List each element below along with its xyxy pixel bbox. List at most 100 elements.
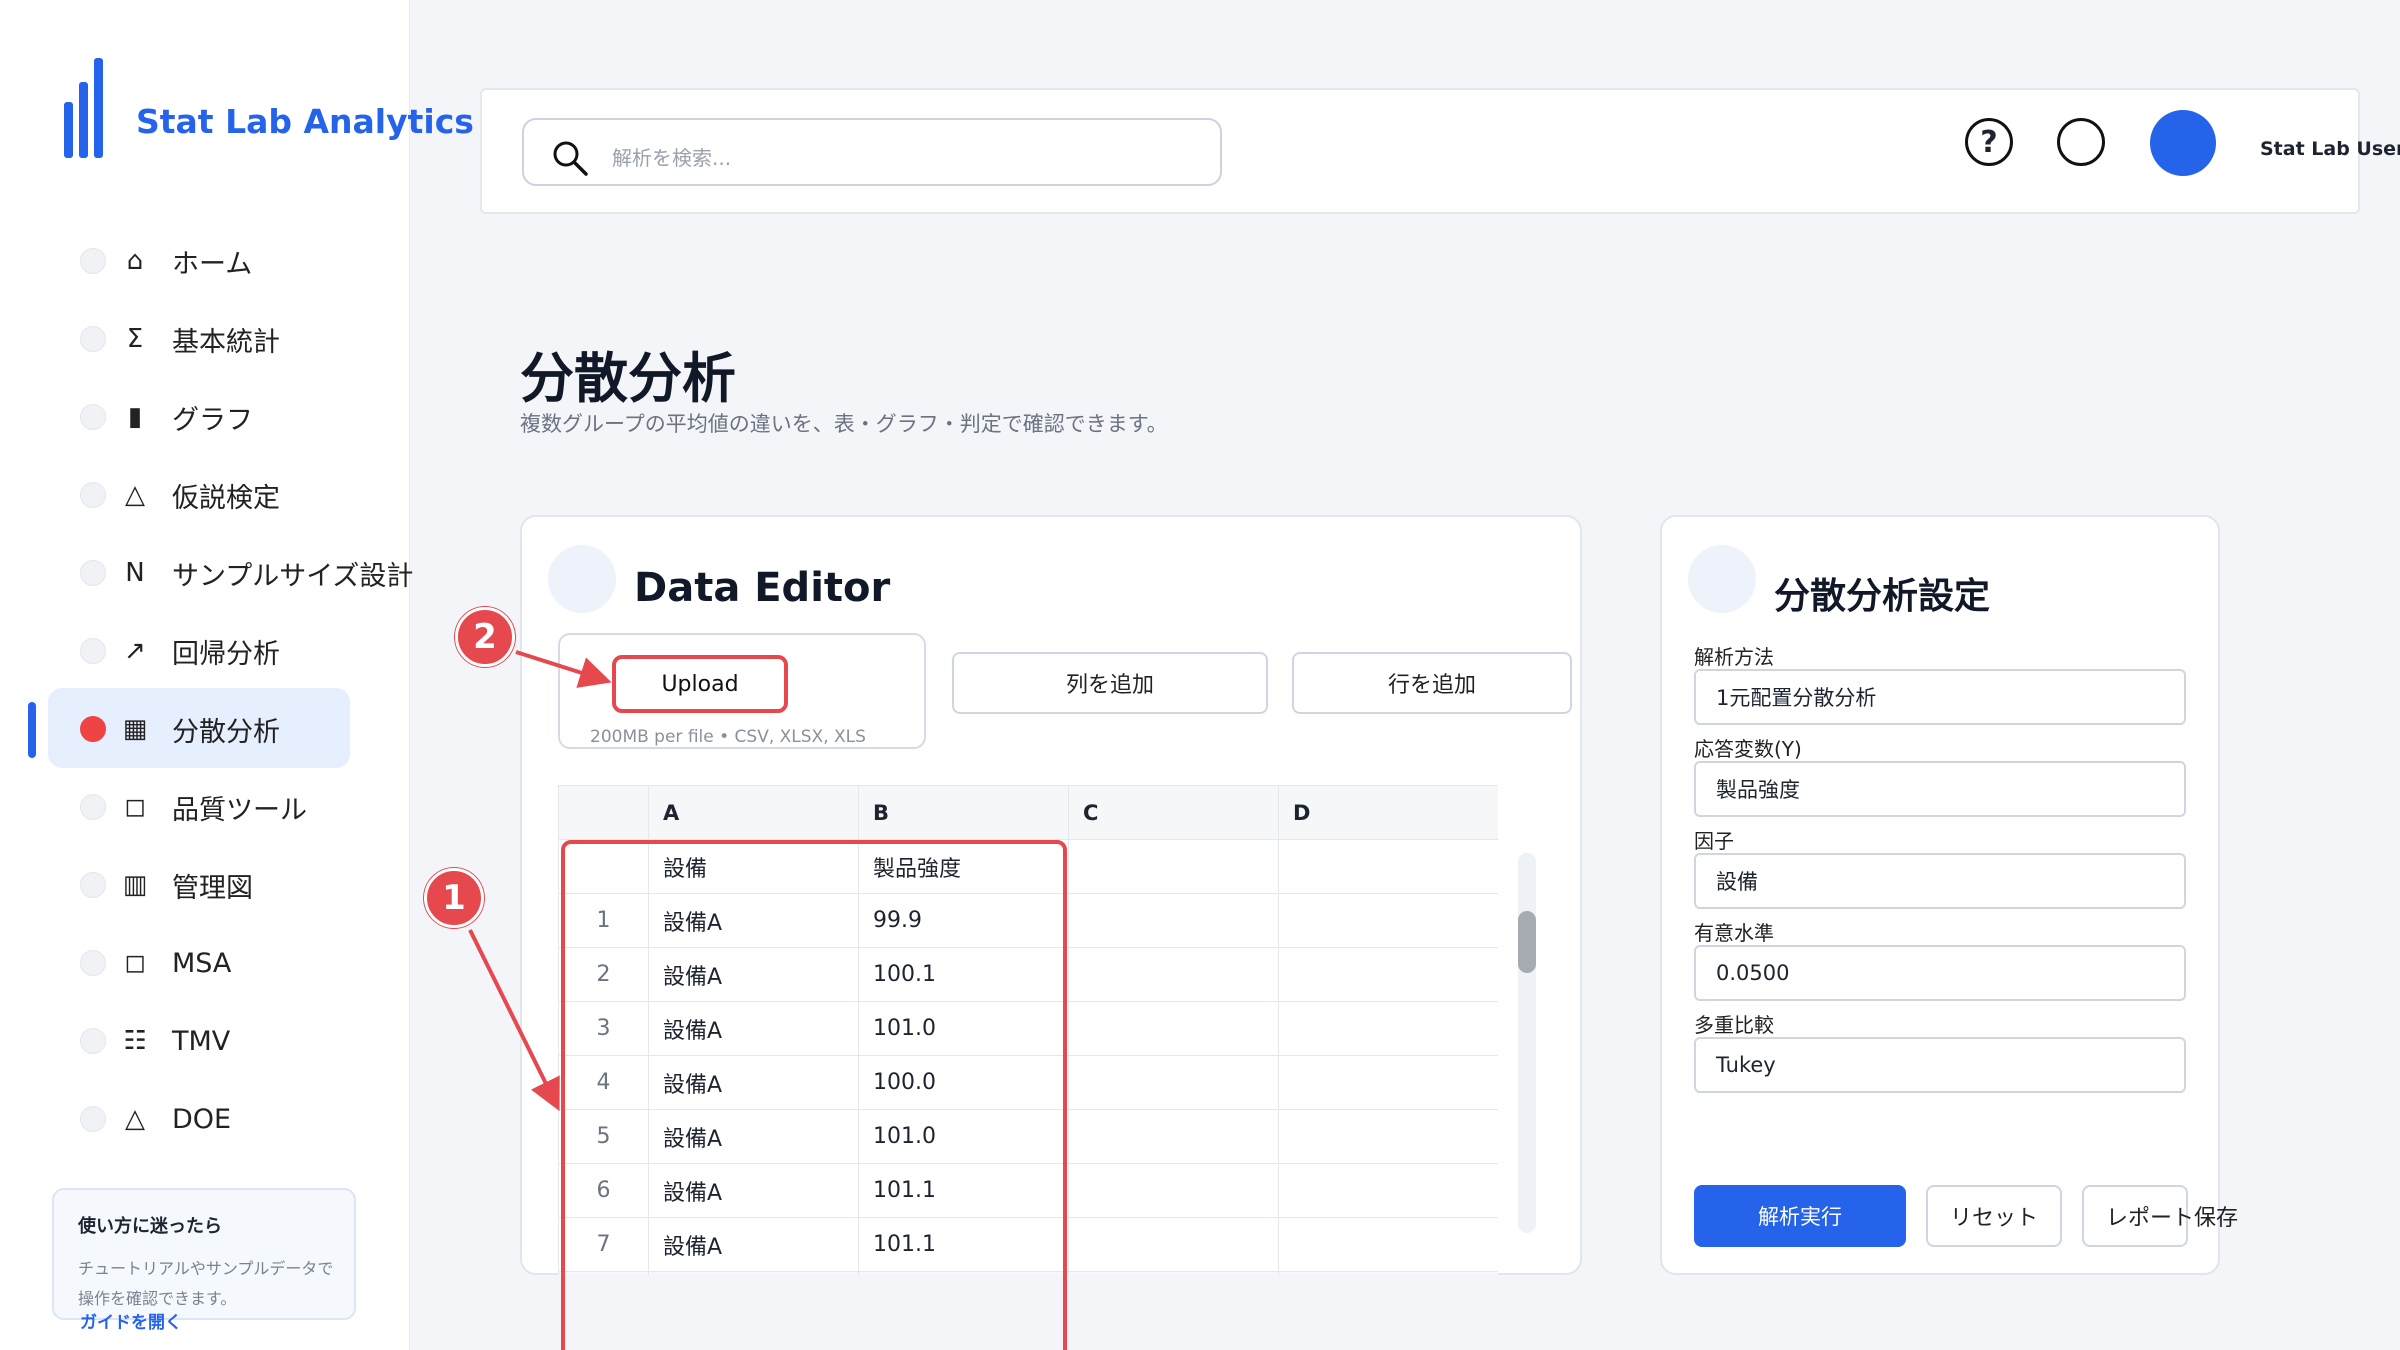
save-report-button[interactable]: レポート保存 — [2082, 1185, 2238, 1247]
notification-icon[interactable] — [2057, 118, 2105, 166]
status-dot — [80, 1028, 106, 1054]
anova-settings-card: 分散分析設定 解析実行 リセット レポート保存 解析方法 1元配置分散分析 応答変数… — [1660, 515, 2238, 1275]
grid-cell[interactable] — [1068, 1055, 1279, 1110]
status-dot — [80, 716, 106, 742]
sidebar-item-label: 回帰分析 — [172, 638, 280, 670]
status-dot — [80, 248, 106, 274]
sidebar-item[interactable]: ▥ 管理図 — [48, 846, 408, 924]
nav-icon: N — [125, 558, 145, 588]
help-icon[interactable]: ? — [1965, 118, 2013, 166]
column-header[interactable]: B — [858, 785, 1069, 840]
field-label: 因子 — [1694, 829, 1734, 853]
active-indicator — [28, 702, 36, 758]
grid-scrollbar[interactable] — [1518, 853, 1536, 1233]
upload-button[interactable]: Upload — [612, 655, 788, 713]
grid-cell[interactable] — [1278, 947, 1498, 1002]
nav-icon: ◻ — [124, 948, 146, 978]
sidebar-item-label: 基本統計 — [172, 326, 280, 358]
page-title: 分散分析 — [520, 347, 736, 410]
sidebar-item[interactable]: ▮ グラフ — [48, 378, 408, 456]
grid-cell[interactable] — [1278, 1055, 1498, 1110]
settings-title: 分散分析設定 — [1774, 576, 1991, 617]
grid-cell[interactable] — [1068, 947, 1279, 1002]
nav-icon: ☷ — [123, 1026, 147, 1056]
sidebar-item-label: TMV — [172, 1025, 231, 1057]
status-dot — [80, 638, 106, 664]
grid-cell[interactable] — [1278, 893, 1498, 948]
sidebar-item[interactable]: Σ 基本統計 — [48, 300, 408, 378]
sidebar-item-label: MSA — [172, 947, 232, 979]
sidebar-item-label: DOE — [172, 1103, 232, 1135]
sidebar-nav: ⌂ ホーム Σ 基本統計 ▮ グラフ △ 仮説検定 N サンプルサイズ設計 ↗ 回帰分析 ▦ 分散分析 ◻ 品… — [28, 222, 413, 1158]
grid-cell[interactable] — [1278, 1001, 1498, 1056]
sidebar-item[interactable]: ⌂ ホーム — [48, 222, 408, 300]
sidebar-item[interactable]: △ 仮説検定 — [48, 456, 408, 534]
grid-cell[interactable] — [1068, 1271, 1279, 1275]
upload-hint: 200MB per file • CSV, XLSX, XLS — [590, 727, 866, 747]
status-dot — [80, 872, 106, 898]
grid-cell[interactable] — [1278, 1109, 1498, 1164]
grid-corner[interactable] — [558, 785, 649, 840]
user-name[interactable]: Stat Lab User — [2260, 138, 2400, 160]
grid-scrollbar-thumb[interactable] — [1518, 911, 1536, 973]
upload-dropzone[interactable]: Upload 200MB per file • CSV, XLSX, XLS — [558, 633, 926, 749]
search-input[interactable]: 解析を検索... — [522, 118, 1222, 186]
sidebar-item[interactable]: N サンプルサイズ設計 — [48, 534, 413, 612]
nav-icon: ⌂ — [126, 246, 144, 276]
status-dot — [80, 326, 106, 352]
grid-cell[interactable] — [1068, 893, 1279, 948]
grid-cell[interactable] — [1068, 839, 1279, 894]
logo-bars-icon — [64, 58, 103, 158]
settings-field[interactable]: 1元配置分散分析 — [1694, 669, 2186, 725]
field-label: 応答変数(Y) — [1694, 737, 1802, 761]
sidebar-item-label: 仮説検定 — [172, 482, 280, 514]
column-header[interactable]: C — [1068, 785, 1279, 840]
status-dot — [80, 404, 106, 430]
grid-cell[interactable] — [1068, 1109, 1279, 1164]
nav-icon: ↗ — [124, 636, 146, 666]
help-card-description: チュートリアルやサンプルデータで操作を確認できます。 — [78, 1259, 334, 1308]
grid-cell[interactable] — [1068, 1163, 1279, 1218]
sidebar-item[interactable]: ◻ MSA — [48, 924, 408, 1002]
sidebar-item-label: サンプルサイズ設計 — [172, 560, 414, 592]
search-placeholder: 解析を検索... — [612, 146, 732, 170]
nav-icon: ▦ — [122, 714, 148, 744]
settings-field[interactable]: Tukey — [1694, 1037, 2186, 1093]
avatar[interactable] — [2150, 110, 2216, 176]
sidebar-item[interactable]: ↗ 回帰分析 — [48, 612, 408, 690]
sidebar-item[interactable]: △ DOE — [48, 1080, 408, 1158]
grid-cell[interactable] — [1068, 1001, 1279, 1056]
add-row-button[interactable]: 行を追加 — [1292, 652, 1572, 714]
help-card-title: 使い方に迷ったら — [78, 1216, 222, 1237]
nav-icon: ◻ — [124, 792, 146, 822]
open-guide-link[interactable]: ガイドを開く — [80, 1308, 182, 1333]
nav-icon: △ — [125, 480, 145, 510]
sidebar-item[interactable]: ▦ 分散分析 — [28, 688, 408, 768]
grid-cell[interactable] — [1278, 1163, 1498, 1218]
sidebar-item[interactable]: ◻ 品質ツール — [48, 768, 408, 846]
settings-field[interactable]: 設備 — [1694, 853, 2186, 909]
column-header[interactable]: D — [1278, 785, 1498, 840]
page-subtitle: 複数グループの平均値の違いを、表・グラフ・判定で確認できます。 — [520, 412, 1168, 436]
status-dot — [80, 560, 106, 586]
field-label: 有意水準 — [1694, 921, 1774, 945]
column-header[interactable]: A — [648, 785, 859, 840]
reset-button[interactable]: リセット — [1926, 1185, 2062, 1247]
sidebar-item[interactable]: ☷ TMV — [48, 1002, 408, 1080]
sidebar-item-label: 品質ツール — [172, 794, 307, 826]
nav-icon: ▥ — [122, 870, 148, 900]
grid-cell[interactable] — [1278, 839, 1498, 894]
grid-cell[interactable] — [1278, 1217, 1498, 1272]
sidebar-item-label: 管理図 — [172, 872, 253, 904]
nav-icon: Σ — [126, 324, 144, 354]
add-column-button[interactable]: 列を追加 — [952, 652, 1268, 714]
app-logo[interactable]: Stat Lab Analytics — [64, 58, 474, 158]
grid-cell[interactable] — [1278, 1271, 1498, 1275]
run-analysis-button[interactable]: 解析実行 — [1694, 1185, 1906, 1247]
settings-field[interactable]: 0.0500 — [1694, 945, 2186, 1001]
grid-cell[interactable] — [1068, 1217, 1279, 1272]
card-icon — [1688, 545, 1756, 613]
status-dot — [80, 482, 106, 508]
settings-field[interactable]: 製品強度 — [1694, 761, 2186, 817]
annotation-highlight-table — [561, 840, 1067, 1350]
